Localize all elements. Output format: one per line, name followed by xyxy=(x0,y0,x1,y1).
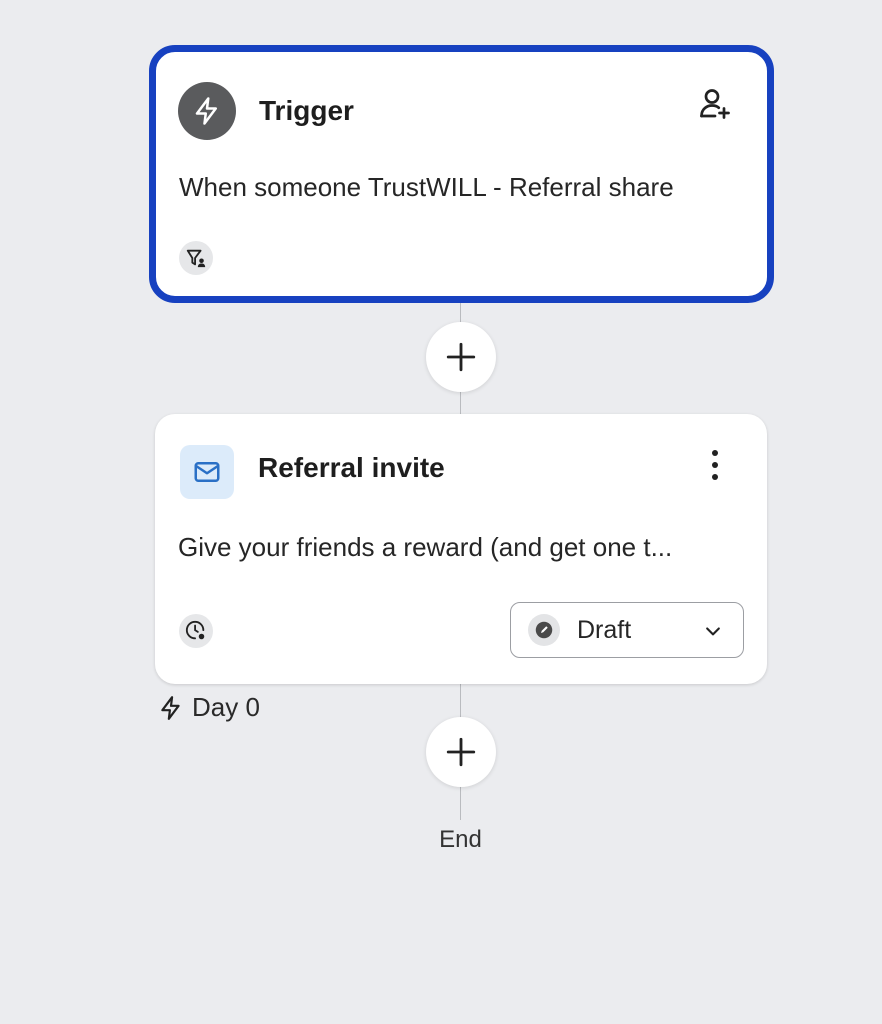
delay-text: Day 0 xyxy=(192,692,260,722)
status-dropdown[interactable]: Draft xyxy=(510,602,744,658)
mail-icon xyxy=(180,445,234,499)
clock-settings-icon[interactable] xyxy=(179,614,213,648)
email-step-description: Give your friends a reward (and get one … xyxy=(178,532,673,562)
pencil-icon xyxy=(528,614,560,646)
trigger-card[interactable]: Trigger When someone TrustWILL - Referra… xyxy=(149,45,774,303)
chevron-down-icon xyxy=(703,621,723,646)
trigger-description: When someone TrustWILL - Referral share xyxy=(179,172,674,202)
lightning-icon xyxy=(178,82,236,140)
filter-person-icon[interactable] xyxy=(179,241,213,275)
add-person-icon[interactable] xyxy=(697,86,733,127)
trigger-title: Trigger xyxy=(259,95,354,126)
add-step-button[interactable] xyxy=(426,322,496,392)
email-step-card[interactable]: Referral invite Give your friends a rewa… xyxy=(155,414,767,684)
add-step-button[interactable] xyxy=(426,717,496,787)
status-label: Draft xyxy=(577,615,632,644)
end-label: End xyxy=(439,826,482,853)
delay-label: Day 0 xyxy=(158,692,260,723)
email-step-title: Referral invite xyxy=(258,452,445,483)
kebab-menu-icon[interactable] xyxy=(703,448,727,482)
lightning-outline-icon xyxy=(158,695,184,721)
